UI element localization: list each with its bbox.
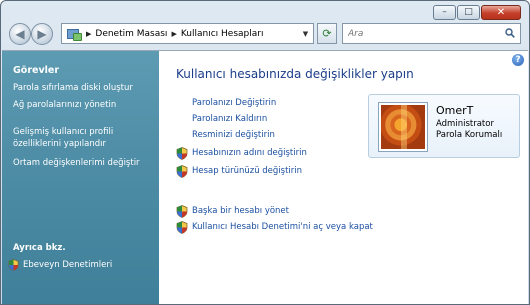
chevron-right-icon[interactable]: ▶ <box>86 30 91 38</box>
search-icon[interactable] <box>505 28 515 38</box>
chevron-right-icon[interactable]: ▶ <box>171 30 176 38</box>
create-reset-disk-link[interactable]: Parola sıfırlama diski oluştur <box>13 82 155 94</box>
parental-controls-link[interactable]: Ebeveyn Denetimleri <box>8 259 112 271</box>
main-pane: ? Kullanıcı hesabınızda değişiklikler ya… <box>159 51 528 304</box>
change-password-link[interactable]: Parolanızı Değiştirin <box>176 96 276 110</box>
remove-password-label: Parolanızı Kaldırın <box>192 114 268 124</box>
minimize-icon[interactable]: – <box>433 5 456 20</box>
manage-network-passwords-link[interactable]: Ağ parolalarınızı yönetin <box>13 99 155 111</box>
breadcrumb-control-panel[interactable]: Denetim Masası <box>95 29 167 39</box>
uac-shield-icon <box>176 204 188 218</box>
help-icon[interactable]: ? <box>512 54 524 66</box>
control-panel-icon <box>66 27 82 41</box>
change-account-name-link[interactable]: Hesabınızın adını değiştirin <box>176 146 307 160</box>
change-account-type-link[interactable]: Hesap türünüzü değiştirin <box>176 164 302 178</box>
address-bar[interactable]: ▶ Denetim Masası ▶ Kullanıcı Hesapları ▼ <box>61 23 314 44</box>
content-area: Görevler Parola sıfırlama diski oluştur … <box>2 50 528 304</box>
task-icon-placeholder <box>176 97 192 109</box>
task-icon-placeholder <box>176 129 192 141</box>
parental-controls-label: Ebeveyn Denetimleri <box>23 260 113 270</box>
uac-shield-icon <box>176 220 188 234</box>
refresh-icon[interactable]: ⟳ <box>317 23 337 44</box>
task-icon-placeholder <box>176 113 192 125</box>
tasks-heading: Görevler <box>13 65 60 76</box>
toggle-uac-link[interactable]: Kullanıcı Hesabı Denetimi'ni aç veya kap… <box>176 220 373 234</box>
back-arrow-icon[interactable]: ◀ <box>9 23 31 45</box>
change-picture-link[interactable]: Resminizi değiştirin <box>176 128 275 142</box>
see-also-heading: Ayrıca bkz. <box>13 243 66 253</box>
page-title: Kullanıcı hesabınızda değişiklikler yapı… <box>176 67 414 81</box>
user-role: Administrator <box>436 119 494 129</box>
remove-password-link[interactable]: Parolanızı Kaldırın <box>176 112 267 126</box>
change-picture-label: Resminizi değiştirin <box>192 130 275 140</box>
window-controls: – □ ✕ <box>433 5 521 20</box>
close-icon[interactable]: ✕ <box>481 5 521 20</box>
change-account-name-label: Hesabınızın adını değiştirin <box>192 148 307 158</box>
environment-variables-link[interactable]: Ortam değişkenlerimi değiştir <box>13 157 155 169</box>
task-pane: Görevler Parola sıfırlama diski oluştur … <box>2 51 159 304</box>
forward-arrow-icon[interactable]: ▶ <box>31 23 53 45</box>
navigation-bar: ◀ ▶ ▶ Denetim Masası ▶ Kullanıcı Hesapla… <box>1 23 529 45</box>
toggle-uac-label: Kullanıcı Hesabı Denetimi'ni aç veya kap… <box>192 222 373 232</box>
search-box[interactable] <box>342 23 521 44</box>
uac-shield-icon <box>8 259 19 271</box>
uac-shield-icon <box>176 146 188 160</box>
avatar-flower-image <box>401 105 407 149</box>
change-password-label: Parolanızı Değiştirin <box>192 98 277 108</box>
user-account-card: OmerT Administrator Parola Korumalı <box>368 94 520 158</box>
maximize-icon[interactable]: □ <box>457 5 480 20</box>
change-account-type-label: Hesap türünüzü değiştirin <box>192 166 303 176</box>
explorer-window: – □ ✕ ◀ ▶ ▶ Denetim Masası ▶ Kullanıcı H… <box>0 0 530 305</box>
chevron-down-icon[interactable]: ▼ <box>297 24 313 43</box>
user-avatar[interactable] <box>379 103 427 151</box>
breadcrumb-user-accounts[interactable]: Kullanıcı Hesapları <box>181 29 264 39</box>
password-status: Parola Korumalı <box>436 130 503 140</box>
uac-shield-icon <box>176 164 188 178</box>
advanced-profile-properties-link[interactable]: Gelişmiş kullanıcı profili özelliklerini… <box>13 126 133 150</box>
search-input[interactable] <box>348 28 498 39</box>
manage-another-account-link[interactable]: Başka bir hesabı yönet <box>176 204 289 218</box>
user-name: OmerT <box>436 104 474 117</box>
manage-another-account-label: Başka bir hesabı yönet <box>192 206 289 216</box>
